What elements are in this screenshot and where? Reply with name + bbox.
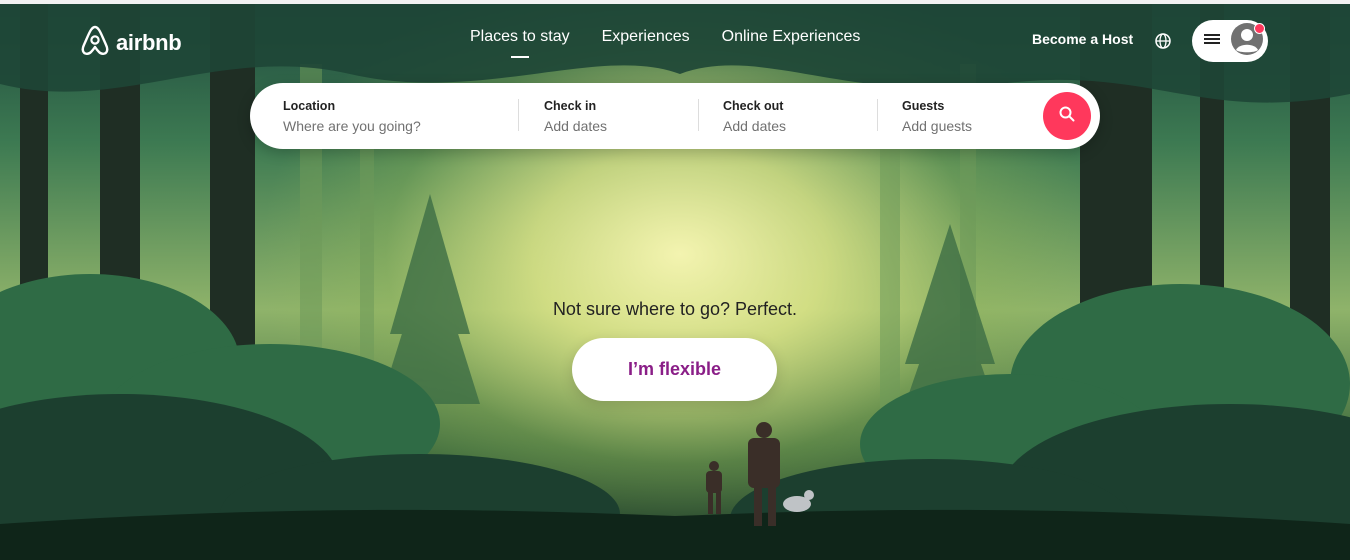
guests-placeholder: Add guests	[902, 118, 973, 134]
search-bar: Location Where are you going? Check in A…	[250, 83, 1100, 149]
search-icon	[1059, 106, 1075, 127]
check-in-field[interactable]: Check in Add dates	[544, 99, 607, 134]
search-divider	[698, 99, 699, 131]
search-button[interactable]	[1043, 92, 1091, 140]
check-out-label: Check out	[723, 99, 784, 113]
location-field[interactable]: Location Where are you going?	[283, 99, 421, 134]
notification-dot	[1254, 23, 1265, 34]
nav-experiences[interactable]: Experiences	[602, 28, 690, 46]
brand-name: airbnb	[116, 29, 182, 55]
airbnb-logo-icon	[80, 24, 110, 61]
check-out-field[interactable]: Check out Add dates	[723, 99, 786, 134]
nav-online-experiences[interactable]: Online Experiences	[722, 28, 861, 46]
guests-label: Guests	[902, 99, 945, 113]
top-border	[0, 0, 1350, 4]
airbnb-logo[interactable]: airbnb	[80, 24, 182, 61]
hamburger-icon	[1204, 32, 1220, 51]
airbnb-homepage: airbnb Places to stay Experiences Online…	[0, 0, 1350, 560]
check-in-placeholder: Add dates	[544, 118, 608, 134]
main-nav: Places to stay Experiences Online Experi…	[470, 28, 861, 58]
im-flexible-button[interactable]: I’m flexible	[572, 338, 777, 401]
check-out-placeholder: Add dates	[723, 118, 787, 134]
search-divider	[877, 99, 878, 131]
location-label: Location	[283, 99, 336, 113]
location-placeholder: Where are you going?	[283, 118, 421, 134]
search-divider	[518, 99, 519, 131]
user-menu-button[interactable]	[1192, 20, 1268, 62]
become-a-host-link[interactable]: Become a Host	[1032, 31, 1133, 47]
check-in-label: Check in	[544, 99, 597, 113]
hero-prompt: Not sure where to go? Perfect.	[552, 299, 798, 319]
nav-places-to-stay[interactable]: Places to stay	[470, 28, 570, 58]
guests-field[interactable]: Guests Add guests	[902, 99, 972, 134]
globe-icon[interactable]	[1154, 32, 1172, 55]
